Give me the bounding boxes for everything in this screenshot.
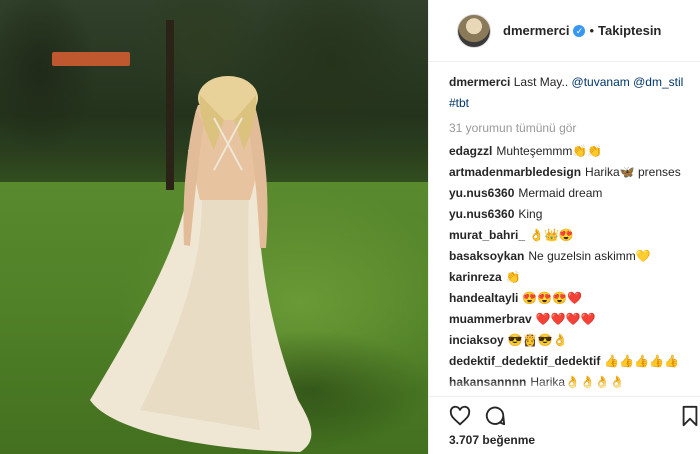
comments-fade: [429, 380, 700, 394]
comment-username[interactable]: dedektif_dedektif_dedektif: [449, 354, 600, 368]
action-bar: [429, 396, 700, 432]
likes-count[interactable]: 3.707 beğenme: [449, 433, 535, 447]
view-all-comments-link[interactable]: 31 yorumun tümünü gör: [449, 118, 687, 139]
comment-item: inciaksoy 😎👸😎👌: [449, 330, 687, 351]
comment-username[interactable]: karinreza: [449, 270, 502, 284]
comment-item: muammerbrav ❤️❤️❤️❤️: [449, 309, 687, 330]
comment-username[interactable]: handealtayli: [449, 291, 518, 305]
verified-badge-icon: ✓: [573, 24, 586, 37]
header-username[interactable]: dmermerci: [503, 23, 569, 38]
comment-item: artmadenmarbledesign Harika🦋 prenses: [449, 162, 687, 183]
comment-text: Mermaid dream: [518, 186, 603, 200]
comment-text: ❤️❤️❤️❤️: [535, 312, 596, 326]
caption-mention[interactable]: @dm_stil: [633, 75, 683, 89]
comment-item: murat_bahri_ 👌👑😍: [449, 225, 687, 246]
photo-figure: [90, 20, 312, 452]
post-header: dmermerci ✓ • Takiptesin: [429, 0, 700, 62]
comment-username[interactable]: artmadenmarbledesign: [449, 165, 581, 179]
comment-item: yu.nus6360 King: [449, 204, 687, 225]
comment-item: edagzzl Muhteşemmm👏👏: [449, 141, 687, 162]
comment-text: 👍👍👍👍👍: [604, 354, 680, 368]
post-side-panel: dmermerci ✓ • Takiptesin dmermerci Last …: [428, 0, 700, 454]
comment-username[interactable]: inciaksoy: [449, 333, 504, 347]
comment-text: 👌👑😍: [529, 228, 574, 242]
comment-username[interactable]: edagzzl: [449, 144, 492, 158]
comment-item: dedektif_dedektif_dedektif 👍👍👍👍👍: [449, 351, 687, 372]
follow-status-button[interactable]: Takiptesin: [598, 23, 661, 38]
comment-text: Ne guzelsin askimm💛: [528, 249, 651, 263]
comment-username[interactable]: yu.nus6360: [449, 207, 514, 221]
comment-text: 👏: [505, 270, 521, 284]
avatar[interactable]: [457, 13, 491, 48]
comment-item: karinreza 👏: [449, 267, 687, 288]
comment-text: Harika🦋 prenses: [585, 165, 681, 179]
bookmark-icon[interactable]: [679, 405, 700, 427]
comment-text: 😎👸😎👌: [507, 333, 568, 347]
post-caption: dmermerci Last May.. @tuvanam @dm_stil #…: [449, 72, 687, 114]
header-separator: •: [589, 23, 595, 38]
caption-text: Last May..: [513, 75, 569, 89]
comment-item: yu.nus6360 Mermaid dream: [449, 183, 687, 204]
comment-username[interactable]: yu.nus6360: [449, 186, 514, 200]
heart-icon[interactable]: [449, 405, 471, 427]
comment-username[interactable]: basaksoykan: [449, 249, 524, 263]
comment-username[interactable]: muammerbrav: [449, 312, 532, 326]
comment-item: basaksoykan Ne guzelsin askimm💛: [449, 246, 687, 267]
comment-item: handealtayli 😍😍😍❤️: [449, 288, 687, 309]
caption-hashtag[interactable]: #tbt: [449, 96, 469, 110]
post-photo[interactable]: [0, 0, 428, 454]
comment-icon[interactable]: [484, 405, 506, 427]
comment-text: King: [518, 207, 543, 221]
comment-text: 😍😍😍❤️: [522, 291, 583, 305]
comment-text: Muhteşemmm👏👏: [496, 144, 603, 158]
comment-username[interactable]: murat_bahri_: [449, 228, 525, 242]
comments-list[interactable]: dmermerci Last May.. @tuvanam @dm_stil #…: [429, 64, 700, 394]
caption-username[interactable]: dmermerci: [449, 75, 510, 89]
caption-mention[interactable]: @tuvanam: [572, 75, 630, 89]
